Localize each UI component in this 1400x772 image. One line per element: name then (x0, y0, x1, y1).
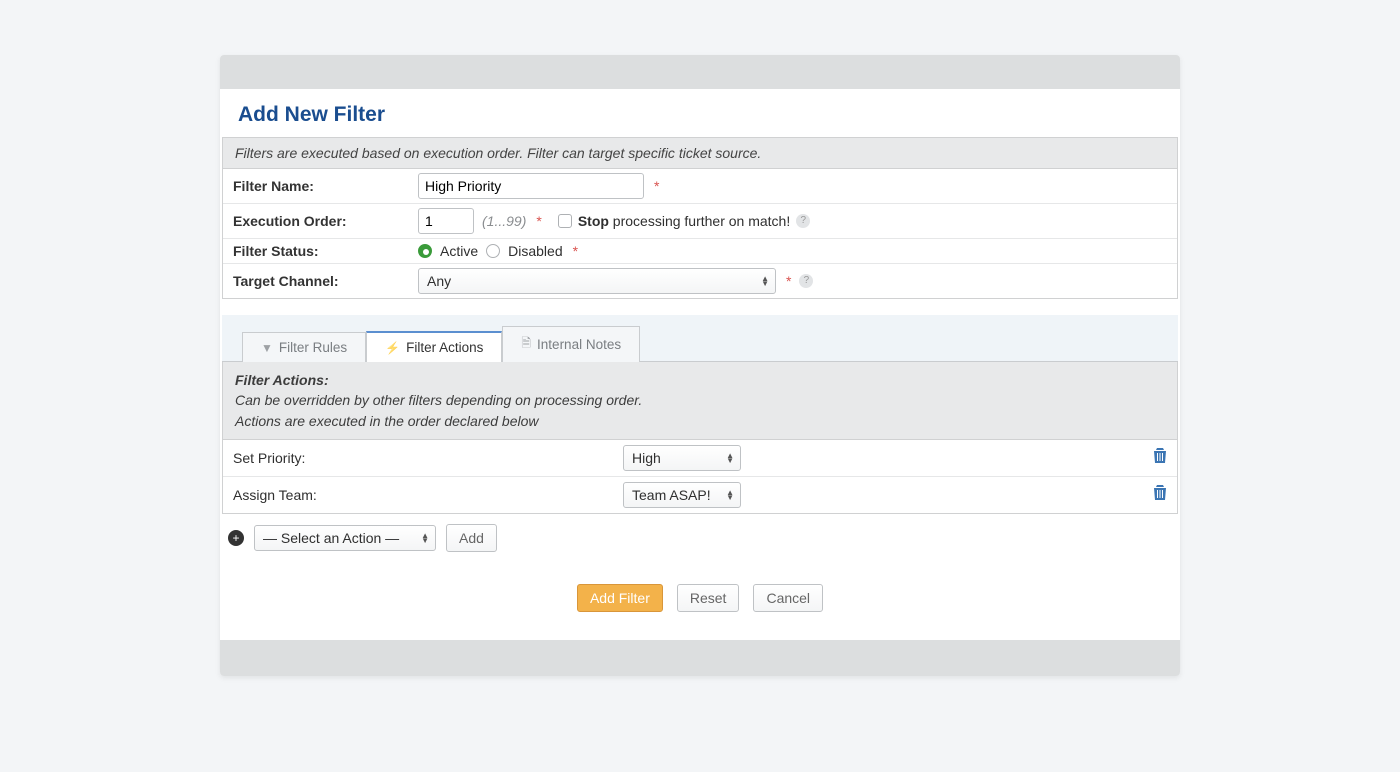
row-execution-order: Execution Order: (1...99) * Stop process… (223, 204, 1177, 239)
funnel-icon: ▼ (261, 341, 273, 355)
filter-name-input[interactable] (418, 173, 644, 199)
trash-icon (1153, 448, 1167, 464)
fields-section: Filter Name: * Execution Order: (1...99)… (222, 169, 1178, 299)
action-label: Set Priority: (233, 450, 623, 466)
execution-order-input[interactable] (418, 208, 474, 234)
filter-status-label: Filter Status: (233, 243, 418, 259)
target-channel-label: Target Channel: (233, 273, 418, 289)
stop-rest: processing further on match! (609, 213, 790, 229)
tab-filter-rules[interactable]: ▼ Filter Rules (242, 332, 366, 362)
required-mark: * (573, 243, 578, 259)
tabs-bar: ▼ Filter Rules ⚡ Filter Actions 🗎 Intern… (222, 315, 1178, 362)
add-action-button[interactable]: Add (446, 524, 497, 552)
stop-processing-label: Stop processing further on match! (578, 213, 790, 229)
cancel-button[interactable]: Cancel (753, 584, 823, 612)
action-row-assign-team: Assign Team: Team ASAP! ▲▼ (223, 477, 1177, 513)
chevron-updown-icon: ▲▼ (421, 533, 429, 543)
card-bottom-bar (220, 640, 1180, 676)
section-line1: Can be overridden by other filters depen… (235, 392, 642, 408)
status-active-radio[interactable] (418, 244, 432, 258)
target-channel-select[interactable]: Any ▲▼ (418, 268, 776, 294)
section-line2: Actions are executed in the order declar… (235, 413, 539, 429)
status-active-label: Active (440, 243, 478, 259)
filter-form-card: Add New Filter Filters are executed base… (220, 55, 1180, 676)
trash-icon (1153, 485, 1167, 501)
tab-internal-notes[interactable]: 🗎 Internal Notes (502, 326, 640, 362)
bolt-icon: ⚡ (385, 341, 400, 355)
form-buttons: Add Filter Reset Cancel (220, 562, 1180, 640)
add-filter-button[interactable]: Add Filter (577, 584, 663, 612)
chevron-updown-icon: ▲▼ (761, 276, 769, 286)
tab-label: Internal Notes (537, 337, 621, 352)
row-filter-name: Filter Name: * (223, 169, 1177, 204)
status-disabled-label: Disabled (508, 243, 562, 259)
priority-select[interactable]: High ▲▼ (623, 445, 741, 471)
delete-action-button[interactable] (1153, 485, 1167, 504)
help-icon[interactable]: ? (799, 274, 813, 288)
select-action-dropdown[interactable]: — Select an Action — ▲▼ (254, 525, 436, 551)
team-select[interactable]: Team ASAP! ▲▼ (623, 482, 741, 508)
execution-order-label: Execution Order: (233, 213, 418, 229)
chevron-updown-icon: ▲▼ (726, 490, 734, 500)
plus-icon: + (228, 530, 244, 546)
reset-button[interactable]: Reset (677, 584, 740, 612)
execution-order-hint: (1...99) (482, 213, 526, 229)
card-top-bar (220, 55, 1180, 89)
required-mark: * (536, 213, 541, 229)
filter-actions-banner: Filter Actions: Can be overridden by oth… (222, 362, 1178, 440)
page-title: Add New Filter (220, 89, 1180, 137)
help-icon[interactable]: ? (796, 214, 810, 228)
info-banner: Filters are executed based on execution … (222, 137, 1178, 169)
action-label: Assign Team: (233, 487, 623, 503)
status-disabled-radio[interactable] (486, 244, 500, 258)
select-action-placeholder: — Select an Action — (263, 530, 399, 546)
required-mark: * (786, 273, 791, 289)
row-filter-status: Filter Status: Active Disabled * (223, 239, 1177, 264)
filter-name-label: Filter Name: (233, 178, 418, 194)
tab-label: Filter Rules (279, 340, 347, 355)
team-value: Team ASAP! (632, 487, 711, 503)
section-title: Filter Actions: (235, 372, 329, 388)
chevron-updown-icon: ▲▼ (726, 453, 734, 463)
file-icon: 🗎 (521, 334, 531, 355)
tab-label: Filter Actions (406, 340, 483, 355)
target-channel-value: Any (427, 273, 451, 289)
tab-filter-actions[interactable]: ⚡ Filter Actions (366, 331, 502, 362)
required-mark: * (654, 178, 659, 194)
actions-list: Set Priority: High ▲▼ Assign Team: Team … (222, 440, 1178, 514)
priority-value: High (632, 450, 661, 466)
add-action-row: + — Select an Action — ▲▼ Add (220, 514, 1180, 562)
row-target-channel: Target Channel: Any ▲▼ * ? (223, 264, 1177, 298)
stop-processing-checkbox[interactable] (558, 214, 572, 228)
action-row-set-priority: Set Priority: High ▲▼ (223, 440, 1177, 477)
delete-action-button[interactable] (1153, 448, 1167, 467)
stop-bold: Stop (578, 213, 609, 229)
